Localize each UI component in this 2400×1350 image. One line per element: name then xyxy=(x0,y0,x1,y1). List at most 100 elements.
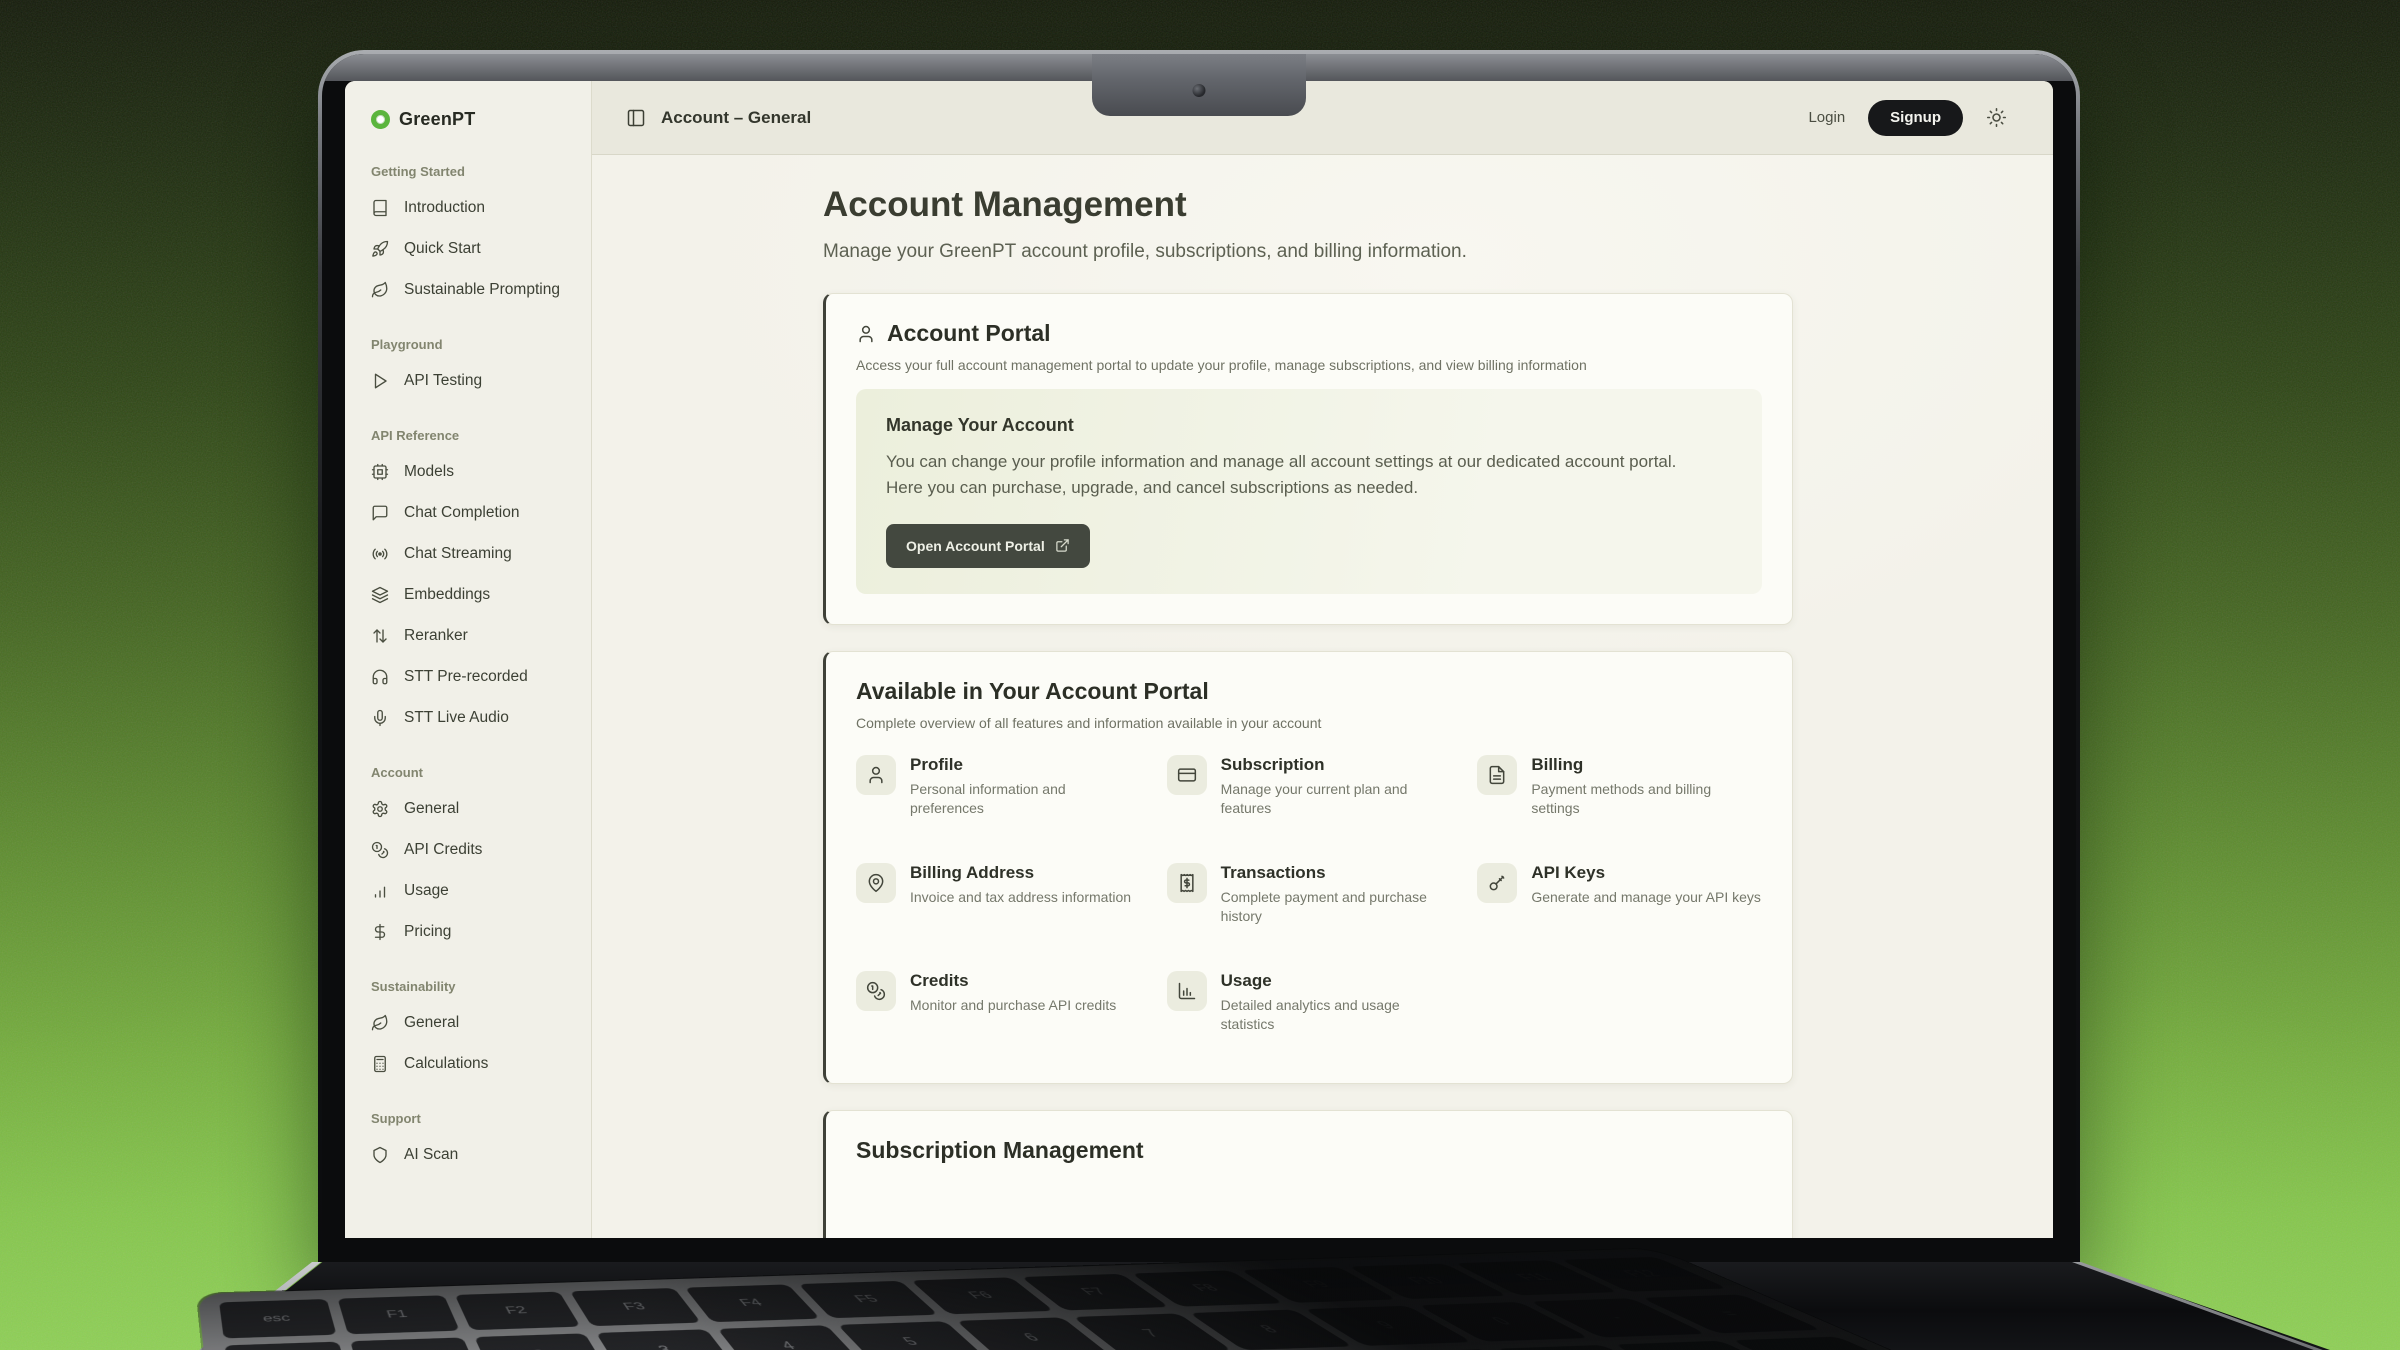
feature-text: CreditsMonitor and purchase API credits xyxy=(910,971,1116,1016)
feature-icon-tile xyxy=(1477,863,1517,903)
page-subtitle: Manage your GreenPT account profile, sub… xyxy=(823,241,1793,263)
message-icon xyxy=(371,504,389,522)
laptop-key: 1 xyxy=(350,1337,480,1350)
sidebar-item-label: Pricing xyxy=(404,923,451,941)
coins-icon xyxy=(371,841,389,859)
feature-text: TransactionsComplete payment and purchas… xyxy=(1221,863,1452,927)
user-icon xyxy=(856,324,876,344)
feature-icon-tile xyxy=(1167,863,1207,903)
laptop-key: 4 xyxy=(718,1325,863,1350)
login-button[interactable]: Login xyxy=(1808,109,1845,126)
sidebar-section: AccountGeneralAPI CreditsUsagePricing xyxy=(371,765,579,952)
sidebar-section: PlaygroundAPI Testing xyxy=(371,337,579,401)
layers-icon xyxy=(371,586,389,604)
keyboard-row: tabQWERTYUIOP[] xyxy=(231,1337,1928,1350)
signup-button[interactable]: Signup xyxy=(1868,100,1963,136)
laptop-key: F8 xyxy=(1132,1270,1284,1306)
sidebar-item-label: Embeddings xyxy=(404,586,490,604)
feature-title: Usage xyxy=(1221,971,1452,991)
sidebar-item-chat-completion[interactable]: Chat Completion xyxy=(371,492,579,533)
browser-viewport: GreenPT Getting Started Introduction Quick… xyxy=(345,81,2053,1238)
feature-api-keys: API KeysGenerate and manage your API key… xyxy=(1477,863,1762,949)
feature-text: Billing AddressInvoice and tax address i… xyxy=(910,863,1131,908)
sidebar-item-reranker[interactable]: Reranker xyxy=(371,615,579,656)
sidebar-item-ai-scan[interactable]: AI Scan xyxy=(371,1134,579,1175)
topbar-left: Account – General xyxy=(626,108,811,128)
laptop-key: 6 xyxy=(956,1317,1110,1350)
laptop-key: F4 xyxy=(685,1284,820,1322)
brand-name: GreenPT xyxy=(399,109,475,130)
sidebar-item-models[interactable]: Models xyxy=(371,451,579,492)
shield-icon xyxy=(371,1146,389,1164)
laptop-notch xyxy=(1092,54,1306,116)
sidebar-item-introduction[interactable]: Introduction xyxy=(371,187,579,228)
leaf-icon xyxy=(371,281,389,299)
manage-account-panel: Manage Your Account You can change your … xyxy=(856,389,1762,594)
sidebar-item-sustainable-prompting[interactable]: Sustainable Prompting xyxy=(371,269,579,310)
sidebar-item-label: Models xyxy=(404,463,454,481)
sidebar-item-stt-live-audio[interactable]: STT Live Audio xyxy=(371,697,579,738)
book-icon xyxy=(371,199,389,217)
sidebar-item-label: Quick Start xyxy=(404,240,481,258)
laptop-base: escF1F2F3F4F5F6F7F8F9F10F11F12`123456789… xyxy=(210,1262,2330,1350)
sidebar-item-api-testing[interactable]: API Testing xyxy=(371,360,579,401)
sun-icon xyxy=(1986,107,2007,128)
feature-description: Manage your current plan and features xyxy=(1221,780,1452,819)
leaf-icon xyxy=(371,1014,389,1032)
manage-account-body: You can change your profile information … xyxy=(886,449,1686,502)
sidebar-section-title: Getting Started xyxy=(371,164,579,179)
sort-icon xyxy=(371,627,389,645)
sidebar-item-label: API Testing xyxy=(404,372,482,390)
topbar: Account – General Login Signup xyxy=(592,81,2053,155)
sidebar-item-label: Introduction xyxy=(404,199,485,217)
sidebar-item-api-credits[interactable]: API Credits xyxy=(371,829,579,870)
sidebar-section: Support AI Scan xyxy=(371,1111,579,1175)
sidebar-toggle-button[interactable] xyxy=(626,108,646,128)
keyboard-row: `1234567890-= xyxy=(225,1295,1822,1350)
sidebar-item-general[interactable]: General xyxy=(371,1002,579,1043)
laptop-key: F7 xyxy=(1022,1274,1170,1311)
feature-icon-tile xyxy=(856,971,896,1011)
laptop-key: F9 xyxy=(1241,1267,1397,1303)
sidebar-item-label: Calculations xyxy=(404,1055,488,1073)
sidebar-item-label: Sustainable Prompting xyxy=(404,281,560,299)
laptop-key: P xyxy=(1496,1345,1683,1350)
feature-description: Monitor and purchase API credits xyxy=(910,996,1116,1016)
panel-left-icon xyxy=(626,108,646,128)
feature-billing: BillingPayment methods and billing setti… xyxy=(1477,755,1762,841)
play-icon xyxy=(371,372,389,390)
theme-toggle-button[interactable] xyxy=(1986,107,2007,128)
sidebar-item-stt-pre-recorded[interactable]: STT Pre-recorded xyxy=(371,656,579,697)
sidebar-item-pricing[interactable]: Pricing xyxy=(371,911,579,952)
coins-icon xyxy=(866,981,886,1001)
feature-icon-tile xyxy=(1477,755,1517,795)
feature-billing-address: Billing AddressInvoice and tax address i… xyxy=(856,863,1141,949)
laptop-key: 2 xyxy=(474,1333,609,1350)
laptop-key: F5 xyxy=(798,1281,937,1318)
sidebar-section-title: Sustainability xyxy=(371,979,579,994)
sidebar-item-quick-start[interactable]: Quick Start xyxy=(371,228,579,269)
sidebar-item-calculations[interactable]: Calculations xyxy=(371,1043,579,1084)
headphones-icon xyxy=(371,668,389,686)
sidebar-item-chat-streaming[interactable]: Chat Streaming xyxy=(371,533,579,574)
sidebar-item-usage[interactable]: Usage xyxy=(371,870,579,911)
content-column: Account Management Manage your GreenPT a… xyxy=(823,185,1793,1238)
sidebar-item-general[interactable]: General xyxy=(371,788,579,829)
laptop-bezel: GreenPT Getting Started Introduction Quick… xyxy=(322,54,2076,1262)
feature-icon-tile xyxy=(1167,755,1207,795)
sidebar-section-title: Support xyxy=(371,1111,579,1126)
brand[interactable]: GreenPT xyxy=(371,101,579,137)
account-portal-card-header: Account Portal xyxy=(856,320,1762,347)
laptop-screen: GreenPT Getting Started Introduction Quick… xyxy=(318,50,2080,1262)
sidebar-section-title: API Reference xyxy=(371,428,579,443)
user-icon xyxy=(866,765,886,785)
account-portal-title: Account Portal xyxy=(887,320,1051,347)
cpu-icon xyxy=(371,463,389,481)
sidebar-item-label: General xyxy=(404,800,459,818)
open-account-portal-button[interactable]: Open Account Portal xyxy=(886,524,1090,568)
sidebar-item-embeddings[interactable]: Embeddings xyxy=(371,574,579,615)
feature-subscription: SubscriptionManage your current plan and… xyxy=(1167,755,1452,841)
file-text-icon xyxy=(1487,765,1507,785)
feature-description: Generate and manage your API keys xyxy=(1531,888,1761,908)
features-title: Available in Your Account Portal xyxy=(856,678,1762,705)
